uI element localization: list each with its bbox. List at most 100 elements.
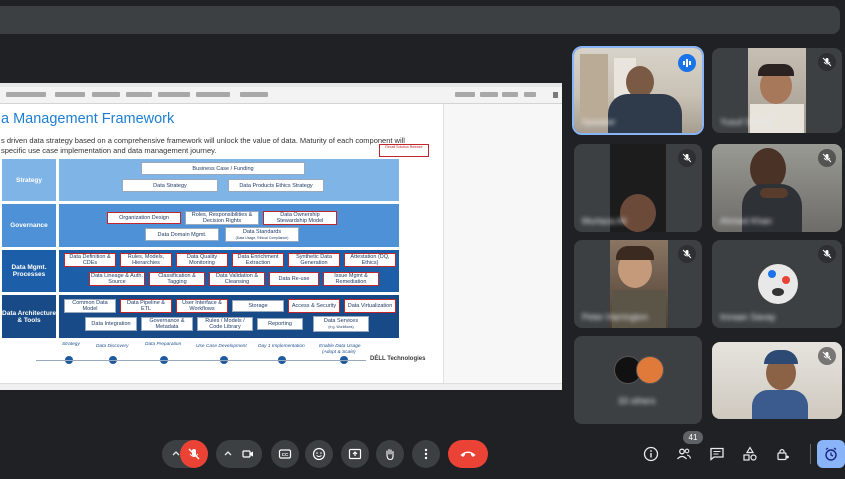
- present-button[interactable]: [341, 440, 369, 468]
- box-ownership: Data Ownership Stewardship Model: [263, 211, 337, 225]
- camera-icon: [242, 450, 253, 458]
- captions-button[interactable]: CC: [271, 440, 299, 468]
- participant-name: Yusuf Sheikh: [720, 117, 773, 127]
- participant-name: Peter Harrington: [582, 312, 649, 322]
- box-reporting: Reporting: [257, 318, 303, 330]
- captions-icon: CC: [278, 449, 292, 459]
- clock-icon: [825, 447, 837, 461]
- box-reuse: Data Re-use: [269, 272, 319, 286]
- timeline-label: Strategy: [62, 342, 80, 347]
- box-code-library: Rules / Models / Code Library: [197, 317, 253, 331]
- hang-up-icon: [460, 451, 476, 457]
- mic-off-icon: [678, 149, 696, 167]
- chat-button[interactable]: [706, 443, 728, 465]
- box-synthetic: Synthetic Data Generation: [288, 253, 340, 267]
- mic-toggle-button[interactable]: [180, 440, 208, 468]
- box-data-services: Data Services (e.g. Workflows): [313, 316, 369, 332]
- row-label-strategy: Strategy: [2, 159, 56, 201]
- chat-icon: [710, 447, 724, 461]
- box-business-case: Business Case / Funding: [141, 162, 305, 175]
- people-button[interactable]: [673, 443, 695, 465]
- box-validation: Data Validation & Cleansing: [209, 272, 265, 286]
- box-virtualization: Data Virtualization: [344, 299, 396, 313]
- box-quality: Data Quality Monitoring: [176, 253, 228, 267]
- more-options-button[interactable]: [412, 440, 440, 468]
- mic-off-icon: [818, 149, 836, 167]
- slide-subtitle-1: s driven data strategy based on a compre…: [1, 136, 405, 145]
- slide-subtitle-2: specific use case implementation and dat…: [1, 146, 217, 155]
- box-lineage: Data Lineage & Auth. Source: [89, 272, 145, 286]
- box-org-design: Organization Design: [107, 212, 181, 224]
- participant-tile-others[interactable]: 33 others: [574, 336, 702, 424]
- box-ethics-strategy: Data Products Ethics Strategy: [228, 179, 324, 192]
- participant-tile[interactable]: Murtaza Ali: [574, 144, 702, 232]
- more-vert-icon: [424, 448, 428, 460]
- meeting-details-button[interactable]: [640, 443, 662, 465]
- box-enrichment: Data Enrichment Extraction: [232, 253, 284, 267]
- row-strategy: Strategy Business Case / Funding Data St…: [2, 159, 399, 201]
- ppt-notes-pane: [443, 104, 562, 384]
- others-count: 33 others: [618, 396, 656, 406]
- timeline-label: Data Discovery: [96, 344, 129, 349]
- box-definition: Data Definition & CDEs: [64, 253, 116, 267]
- mic-off-icon: [818, 347, 836, 365]
- box-rules-models: Rules, Models, Hierarchies: [120, 253, 172, 267]
- box-common-model: Common Data Model: [64, 299, 116, 313]
- participant-tile[interactable]: Yusuf Sheikh: [712, 48, 842, 133]
- leave-call-button[interactable]: [448, 440, 488, 468]
- timer-button[interactable]: [817, 440, 845, 468]
- timeline-label: Data Preparation: [145, 342, 182, 347]
- box-domain-mgmt: Data Domain Mgmt.: [145, 228, 219, 241]
- ppt-status-bar: [0, 383, 562, 390]
- participant-name: Ahmed Khan: [720, 216, 773, 226]
- reactions-button[interactable]: [305, 440, 333, 468]
- speaking-indicator-icon: [678, 54, 696, 72]
- box-attestation: Attestation (DQ, Ethics): [344, 253, 396, 267]
- participant-tile[interactable]: Peter Harrington: [574, 240, 702, 328]
- timeline-label: Day 1 Implementation: [258, 344, 305, 349]
- ppt-ribbon: [0, 87, 562, 104]
- svg-text:CC: CC: [282, 452, 289, 457]
- raise-hand-button[interactable]: [376, 440, 404, 468]
- box-storage: Storage: [232, 300, 284, 312]
- mic-off-icon: [188, 448, 200, 460]
- row-governance: Governance Organization Design Roles, Re…: [2, 204, 399, 247]
- box-classification: Classification & Tagging: [149, 272, 205, 286]
- row-processes: Data Mgmt. Processes Data Definition & C…: [2, 250, 399, 292]
- shared-screen[interactable]: a Management Framework s driven data str…: [0, 83, 562, 390]
- participant-tile[interactable]: Ahmed Khan: [712, 144, 842, 232]
- camera-toggle-button[interactable]: [234, 440, 262, 468]
- box-integration: Data Integration: [85, 317, 137, 331]
- box-ui-workflows: User Interface & Workflows: [176, 299, 228, 313]
- timeline-label: Use Case Development: [196, 344, 247, 349]
- box-data-strategy: Data Strategy: [122, 179, 218, 192]
- present-screen-icon: [348, 448, 362, 460]
- host-controls-button[interactable]: [772, 443, 794, 465]
- row-label-processes: Data Mgmt. Processes: [2, 250, 56, 292]
- participant-name: Imraan Savay: [720, 312, 776, 322]
- mic-off-icon: [818, 53, 836, 71]
- box-pipeline: Data Pipeline & ETL: [120, 299, 172, 313]
- box-roles: Roles, Responsibilities & Decision Right…: [185, 211, 259, 225]
- participant-tile[interactable]: [712, 342, 842, 419]
- mic-off-icon: [678, 245, 696, 263]
- row-label-governance: Governance: [2, 204, 56, 247]
- info-icon: [643, 446, 659, 462]
- shapes-icon: [743, 446, 757, 461]
- slide-title: a Management Framework: [1, 111, 175, 127]
- row-label-architecture: Data Architecture & Tools: [2, 295, 56, 338]
- dell-logo: DÉLL Technologies: [370, 356, 426, 362]
- people-icon: [677, 448, 692, 460]
- lock-person-icon: [777, 448, 789, 461]
- participant-name: Speaker: [582, 117, 616, 127]
- release-badge: Recall Solution Release: [379, 144, 429, 157]
- timeline-label: Enable Data Usage: [319, 344, 361, 349]
- toolbar-divider: [810, 444, 811, 464]
- participant-tile[interactable]: Imraan Savay: [712, 240, 842, 328]
- activities-button[interactable]: [739, 443, 761, 465]
- slide-canvas: a Management Framework s driven data str…: [0, 104, 444, 384]
- hand-icon: [386, 448, 394, 461]
- row-architecture: Data Architecture & Tools Common Data Mo…: [2, 295, 399, 338]
- participant-tile-speaker[interactable]: Speaker: [572, 46, 704, 135]
- box-issue-mgmt: Issue Mgmt & Remediation: [323, 272, 379, 286]
